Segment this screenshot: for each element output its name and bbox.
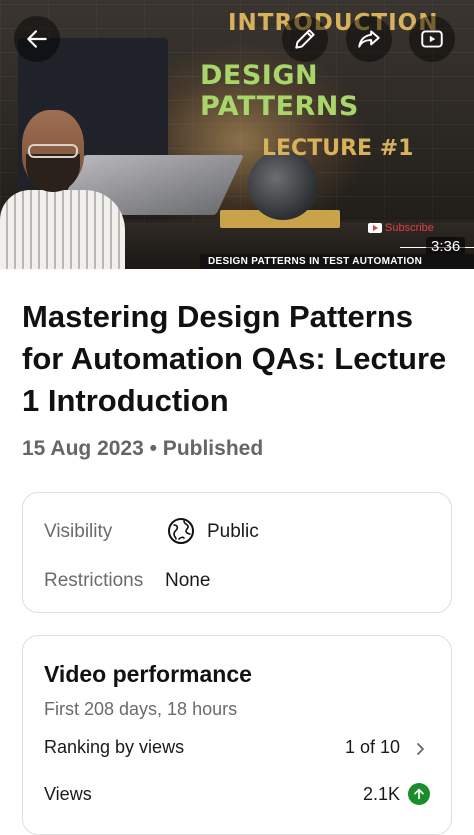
subscribe-badge: Subscribe	[368, 222, 434, 234]
visibility-row[interactable]: Visibility	[44, 521, 112, 543]
views-row[interactable]: Views 2.1K	[44, 783, 432, 810]
thumbnail-caption: DESIGN PATTERNS IN TEST AUTOMATION	[200, 254, 474, 269]
edit-button[interactable]	[282, 16, 328, 62]
youtube-button[interactable]	[409, 16, 455, 62]
chevron-right-icon	[417, 743, 424, 755]
arrow-left-icon	[27, 30, 47, 48]
pencil-icon	[295, 29, 315, 49]
trend-up-icon	[408, 783, 430, 805]
youtube-logo-icon	[368, 223, 382, 233]
restrictions-row[interactable]: Restrictions	[44, 570, 143, 592]
views-label: Views	[44, 784, 92, 804]
views-value: 2.1K	[362, 784, 400, 804]
thumbnail-heading-1: INTRODUCTION	[228, 10, 439, 36]
share-icon	[358, 30, 380, 48]
video-meta: 15 Aug 2023 • Published	[22, 437, 264, 460]
visibility-value: Public	[207, 521, 259, 542]
ranking-value: 1 of 10	[344, 737, 400, 757]
ranking-label: Ranking by views	[44, 737, 185, 757]
ranking-row[interactable]: Ranking by views 1 of 10	[44, 737, 432, 763]
restrictions-label: Restrictions	[44, 570, 144, 591]
visibility-label: Visibility	[44, 521, 113, 542]
presenter	[0, 110, 125, 269]
restrictions-value: None	[165, 570, 211, 591]
performance-title: Video performance	[44, 661, 252, 687]
video-thumbnail[interactable]: INTRODUCTION DESIGN PATTERNS LECTURE #1 …	[0, 0, 474, 269]
subscribe-label: Subscribe	[385, 222, 434, 234]
performance-period: First 208 days, 18 hours	[44, 699, 238, 719]
video-performance-card: Video performance First 208 days, 18 hou…	[22, 635, 452, 835]
video-title: Mastering Design Patterns for Automation…	[22, 299, 447, 418]
back-button[interactable]	[14, 16, 60, 62]
details-card: Visibility Public Restrictions None	[22, 492, 452, 613]
globe-icon	[168, 518, 194, 544]
youtube-icon	[421, 30, 443, 48]
thumbnail-heading-3: LECTURE #1	[262, 136, 414, 161]
share-button[interactable]	[346, 16, 392, 62]
thumbnail-heading-2: DESIGN PATTERNS	[200, 60, 359, 122]
